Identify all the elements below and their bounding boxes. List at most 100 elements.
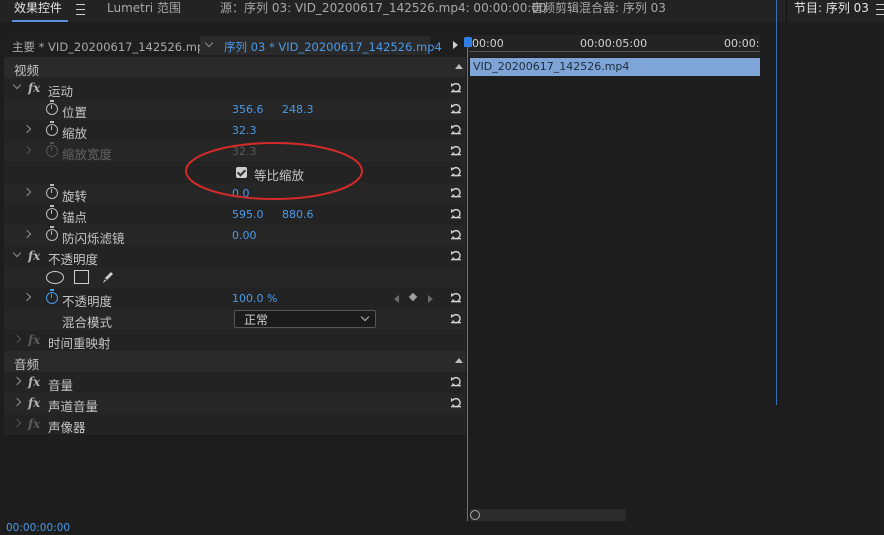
blend-mode-select[interactable]: 正常 <box>234 310 376 328</box>
opacity-label: 不透明度 <box>62 294 113 309</box>
reset-icon[interactable] <box>450 165 462 177</box>
panel-divider <box>776 0 777 405</box>
stopwatch-active-icon[interactable] <box>46 289 58 304</box>
fx-icon[interactable]: fx <box>28 81 40 95</box>
expand-time-remap-icon[interactable] <box>12 334 22 344</box>
reset-icon[interactable] <box>450 291 462 303</box>
clip-selector-bar: 主要 * VID_20200617_142526.mp4 序列 03 * VID… <box>4 35 466 57</box>
anchor-y-value[interactable]: 880.6 <box>282 208 314 221</box>
blend-mode-label: 混合模式 <box>62 315 113 330</box>
rectangle-mask-icon[interactable] <box>74 270 89 284</box>
fx-icon: fx <box>28 333 41 347</box>
program-menu-icon[interactable] <box>876 4 884 15</box>
prev-keyframe-icon[interactable] <box>394 295 399 303</box>
reset-icon[interactable] <box>450 396 462 408</box>
anti-flicker-value[interactable]: 0.00 <box>232 229 257 242</box>
time-remap-row[interactable]: fx 时间重映射 <box>4 330 466 352</box>
reset-icon[interactable] <box>450 81 462 93</box>
expand-motion-icon[interactable] <box>12 80 22 90</box>
expand-anti-flicker-icon[interactable] <box>22 229 32 239</box>
tab-source-monitor[interactable]: 源：序列 03: VID_20200617_142526.mp4: 00:00:… <box>220 0 547 20</box>
reset-icon[interactable] <box>450 312 462 324</box>
stopwatch-icon[interactable] <box>46 100 58 115</box>
fx-icon[interactable]: fx <box>28 396 40 410</box>
anchor-label: 锚点 <box>62 210 88 225</box>
playhead[interactable] <box>467 41 468 521</box>
tab-lumetri-scopes[interactable]: Lumetri 范围 <box>107 0 181 20</box>
tab-audio-clip-mixer[interactable]: 音频剪辑混合器: 序列 03 <box>531 0 666 20</box>
motion-effect-row[interactable]: fx 运动 <box>4 78 466 100</box>
panel-menu-icon[interactable] <box>76 4 85 15</box>
expand-opacity-value-icon[interactable] <box>22 292 32 302</box>
position-y-value[interactable]: 248.3 <box>282 103 314 116</box>
pen-mask-icon[interactable] <box>100 269 116 285</box>
next-keyframe-icon[interactable] <box>428 295 433 303</box>
reset-icon[interactable] <box>450 186 462 198</box>
audio-section-header: 音频 <box>4 351 466 373</box>
tab-effect-controls[interactable]: 效果控件 <box>14 0 62 20</box>
reset-icon[interactable] <box>450 123 462 135</box>
master-clip-label[interactable]: 主要 * VID_20200617_142526.mp4 <box>12 39 212 55</box>
anti-flicker-row: 防闪烁滤镜 0.00 <box>4 225 466 247</box>
scale-value[interactable]: 32.3 <box>232 124 257 137</box>
stopwatch-icon[interactable] <box>46 205 58 220</box>
reset-icon[interactable] <box>450 144 462 156</box>
channel-volume-label: 声道音量 <box>48 399 99 414</box>
expand-scale-icon[interactable] <box>22 124 32 134</box>
reset-icon[interactable] <box>450 207 462 219</box>
reset-icon[interactable] <box>450 228 462 240</box>
anchor-x-value[interactable]: 595.0 <box>232 208 264 221</box>
ellipse-mask-icon[interactable] <box>46 271 64 284</box>
expand-scale-width-icon <box>22 145 32 155</box>
expand-panner-icon[interactable] <box>12 418 22 428</box>
stopwatch-icon[interactable] <box>46 226 58 241</box>
sequence-clip-tab[interactable]: 序列 03 * VID_20200617_142526.mp4 <box>200 36 442 55</box>
scale-row: 缩放 32.3 <box>4 120 466 142</box>
timeline-clip[interactable]: VID_20200617_142526.mp4 <box>470 58 760 76</box>
video-section-header: 视频 <box>4 57 466 79</box>
time-ruler[interactable]: 00:00 00:00:05:00 00:00: <box>467 35 760 57</box>
expand-opacity-icon[interactable] <box>12 248 22 258</box>
collapse-up-icon[interactable] <box>455 64 463 69</box>
audio-section-label: 音频 <box>14 357 40 372</box>
expand-channel-volume-icon[interactable] <box>12 397 22 407</box>
ruler-tick-label: 00:00 <box>472 37 504 50</box>
blend-mode-value: 正常 <box>244 313 269 327</box>
opacity-effect-row[interactable]: fx 不透明度 <box>4 246 466 268</box>
panner-effect-row[interactable]: fx 声像器 <box>4 414 466 436</box>
timeline-scrollbar[interactable] <box>470 509 626 521</box>
annotation-ellipse <box>185 142 363 200</box>
sequence-clip-label: 序列 03 * VID_20200617_142526.mp4 <box>224 40 442 54</box>
mini-timeline <box>467 35 776 525</box>
mask-tools-row <box>4 267 466 289</box>
position-x-value[interactable]: 356.6 <box>232 103 264 116</box>
ruler-tick-label: 00:00: <box>724 37 760 50</box>
reset-icon[interactable] <box>450 102 462 114</box>
volume-effect-row[interactable]: fx 音量 <box>4 372 466 394</box>
tab-program-monitor[interactable]: 节目: 序列 03 <box>794 0 869 20</box>
expand-rotation-icon[interactable] <box>22 187 32 197</box>
stopwatch-icon[interactable] <box>46 121 58 136</box>
position-label: 位置 <box>62 105 88 120</box>
stopwatch-icon[interactable] <box>46 184 58 199</box>
panner-label: 声像器 <box>48 420 86 435</box>
anchor-row: 锚点 595.0 880.6 <box>4 204 466 226</box>
active-tab-indicator <box>12 20 68 22</box>
fx-icon[interactable]: fx <box>28 375 40 389</box>
zoom-handle[interactable] <box>470 510 480 520</box>
reset-icon[interactable] <box>450 375 462 387</box>
current-timecode[interactable]: 00:00:00:00 <box>6 522 70 534</box>
volume-label: 音量 <box>48 378 74 393</box>
channel-volume-effect-row[interactable]: fx 声道音量 <box>4 393 466 415</box>
video-section-label: 视频 <box>14 63 40 78</box>
opacity-value[interactable]: 100.0 % <box>232 292 277 305</box>
playhead-handle[interactable] <box>464 37 472 47</box>
stopwatch-icon <box>46 142 58 157</box>
expand-timeline-icon[interactable] <box>453 41 458 49</box>
scale-label: 缩放 <box>62 126 88 141</box>
fx-icon[interactable]: fx <box>28 249 40 263</box>
reset-icon[interactable] <box>450 249 462 261</box>
expand-volume-icon[interactable] <box>12 376 22 386</box>
collapse-up-icon[interactable] <box>455 358 463 363</box>
add-keyframe-icon[interactable] <box>408 292 418 302</box>
